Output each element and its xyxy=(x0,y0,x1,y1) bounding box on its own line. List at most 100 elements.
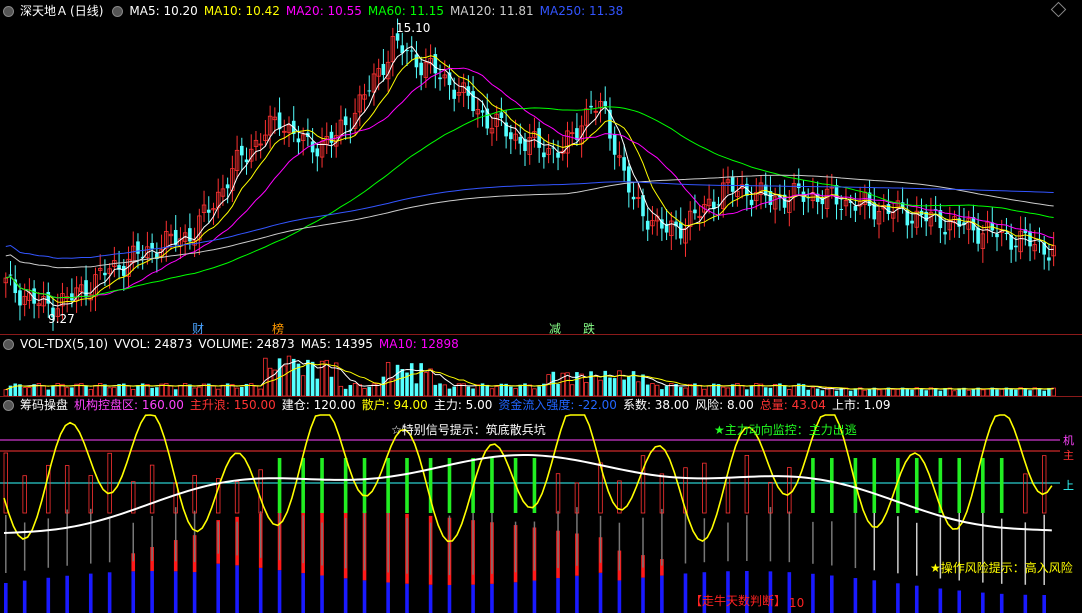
vol-bar-up xyxy=(234,387,240,396)
vol-bar-up xyxy=(131,388,136,396)
candle-down xyxy=(122,265,126,276)
blue-bar xyxy=(362,580,367,613)
indicator-chart[interactable] xyxy=(0,413,1082,613)
candle-down xyxy=(136,241,140,254)
green-bar xyxy=(343,458,348,513)
panel-menu-icon[interactable] xyxy=(3,6,14,17)
vol-value-0: VVOL: 24873 xyxy=(114,337,193,351)
vol-bar-up xyxy=(570,384,575,396)
vol-title: VOL-TDX(5,10) xyxy=(20,337,109,351)
candle-down xyxy=(910,220,914,224)
vol-bar-down xyxy=(641,374,645,396)
candle-down xyxy=(603,101,608,107)
vol-menu-icon[interactable] xyxy=(3,339,14,350)
candle-down xyxy=(622,157,626,171)
blue-bar xyxy=(235,565,239,613)
vol-bar-down xyxy=(70,387,74,396)
red-outline-bar xyxy=(192,474,197,514)
period-label: (日线) xyxy=(70,4,104,18)
candle-down xyxy=(542,152,546,158)
ind-title: 筹码操盘 xyxy=(20,398,69,412)
blue-bar xyxy=(277,570,282,613)
blue-bar xyxy=(386,582,390,613)
vol-ma-line xyxy=(5,362,1054,391)
candle-down xyxy=(381,63,386,76)
vol-bar-down xyxy=(782,385,787,396)
candle-down xyxy=(329,131,334,143)
candle-down xyxy=(537,128,541,148)
green-bar xyxy=(405,458,409,513)
blue-bar xyxy=(598,572,603,613)
vol-bar-down xyxy=(622,379,626,396)
ma-line-10 xyxy=(5,55,1054,303)
red-outline-bar xyxy=(659,473,665,514)
red-outline-bar xyxy=(1023,473,1028,514)
vol-bar-down xyxy=(664,386,669,396)
red-outline-bar xyxy=(702,462,707,514)
vol-bar-up xyxy=(829,387,834,396)
ind-value-0: 机构控盘区: 160.00 xyxy=(74,398,184,412)
ind-menu-icon[interactable] xyxy=(3,400,14,411)
vol-bar-down xyxy=(466,386,471,396)
vol-bar-down xyxy=(150,387,154,396)
candle-down xyxy=(244,159,249,163)
vol-bar-down xyxy=(433,384,438,396)
candle-down xyxy=(225,184,230,189)
price-chart[interactable] xyxy=(0,18,1082,334)
blue-bar xyxy=(938,588,943,613)
vol-bar-up xyxy=(168,385,174,396)
blue-bar xyxy=(471,584,475,613)
vol-bar-down xyxy=(306,359,310,396)
blue-bar xyxy=(853,578,858,613)
candle-down xyxy=(796,183,801,189)
vol-bar-up xyxy=(197,386,202,396)
vol-bar-down xyxy=(537,386,541,396)
candle-down xyxy=(612,133,617,155)
green-bar xyxy=(320,458,324,513)
candle-down xyxy=(693,209,697,214)
vol-bar-down xyxy=(768,387,773,396)
ma-line-5 xyxy=(5,45,1054,307)
candle-down xyxy=(1047,257,1051,261)
volume-chart[interactable] xyxy=(0,352,1082,396)
vol-bar-up xyxy=(41,385,46,396)
vol-bar-down xyxy=(575,372,579,396)
blue-bar xyxy=(65,575,69,613)
vol-bar-up xyxy=(584,382,589,396)
vol-bar-up xyxy=(22,387,27,396)
candle-down xyxy=(556,152,560,158)
vol-bar-up xyxy=(93,385,98,396)
ma-toggle-icon[interactable] xyxy=(112,6,124,17)
green-bar xyxy=(301,458,305,513)
green-bar xyxy=(981,458,985,513)
red-outline-bar xyxy=(149,464,155,514)
vol-bar-up xyxy=(697,384,702,396)
ind-value-5: 资金流入强度: -22.00 xyxy=(498,398,617,412)
vol-bar-up xyxy=(791,385,797,396)
blue-bar xyxy=(258,567,263,613)
blue-bar xyxy=(981,592,985,613)
vol-bar-up xyxy=(650,383,655,396)
candle-down xyxy=(150,242,154,249)
candle-down xyxy=(438,77,442,80)
vol-bar-down xyxy=(1037,388,1042,396)
candle-down xyxy=(886,204,891,214)
vol-bar-down xyxy=(919,388,924,396)
blue-bar xyxy=(896,583,900,613)
candle-down xyxy=(631,196,636,200)
vol-bar-up xyxy=(810,387,816,396)
vol-bar-down xyxy=(645,384,650,396)
candle-down xyxy=(749,199,754,206)
expand-icon[interactable] xyxy=(1050,1,1067,18)
vol-bar-up xyxy=(423,372,429,396)
candle-down xyxy=(518,136,523,144)
right-label-ji: 机 xyxy=(1063,434,1074,447)
red-outline-bar xyxy=(234,481,240,514)
vol-bar-up xyxy=(598,379,603,396)
candle-down xyxy=(976,227,980,244)
green-bar xyxy=(490,458,494,513)
vol-bar-up xyxy=(258,388,263,396)
vol-bar-up xyxy=(739,384,745,396)
vol-bar-down xyxy=(745,389,749,396)
vol-bar-up xyxy=(532,388,537,396)
